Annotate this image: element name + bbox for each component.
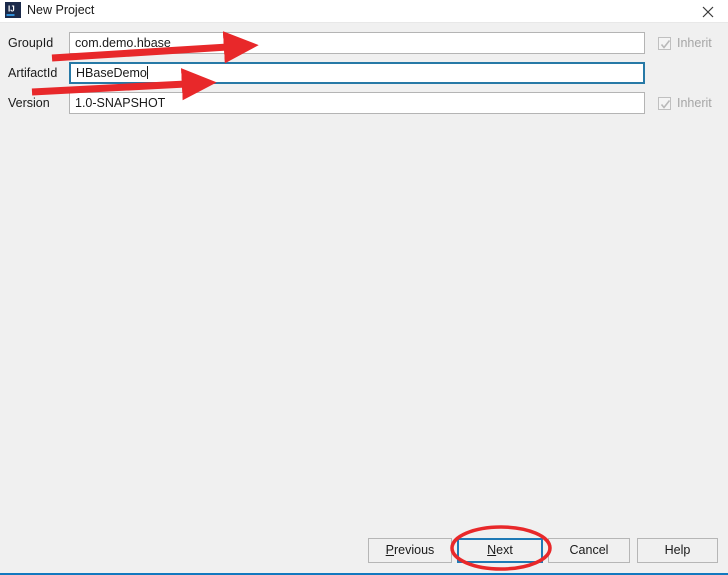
previous-button[interactable]: Previous (368, 538, 452, 563)
version-inherit-checkbox[interactable]: Inherit (658, 94, 712, 112)
intellij-idea-icon: IJ (5, 2, 21, 18)
text-caret (146, 66, 148, 79)
cancel-button[interactable]: Cancel (548, 538, 630, 563)
version-label: Version (8, 96, 50, 110)
groupid-inherit-checkbox[interactable]: Inherit (658, 34, 712, 52)
previous-button-label-rest: revious (394, 543, 435, 557)
version-input[interactable]: 1.0-SNAPSHOT (69, 92, 645, 114)
checkbox-checked-icon (658, 36, 671, 50)
groupid-value: com.demo.hbase (75, 36, 171, 50)
artifactid-value: HBaseDemo (76, 66, 147, 80)
groupid-label: GroupId (8, 36, 54, 50)
form-row-groupid: GroupId com.demo.hbase Inherit (0, 32, 728, 56)
next-button-label-rest: ext (496, 543, 513, 557)
artifactid-input[interactable]: HBaseDemo (69, 62, 645, 84)
artifactid-label: ArtifactId (8, 66, 58, 80)
form-row-artifactid: ArtifactId HBaseDemo (0, 62, 728, 86)
groupid-inherit-label: Inherit (677, 36, 712, 50)
dialog-button-bar: Previous Next Cancel Help (0, 538, 728, 565)
checkbox-checked-icon (658, 96, 671, 110)
form-row-version: Version 1.0-SNAPSHOT Inherit (0, 92, 728, 116)
annotation-overlay (31, 31, 552, 571)
window-title: New Project (27, 3, 95, 17)
close-icon[interactable] (686, 0, 728, 22)
version-value: 1.0-SNAPSHOT (75, 96, 166, 110)
new-project-dialog: IJ New Project GroupId com.demo.hbase In… (0, 0, 728, 575)
version-inherit-label: Inherit (677, 96, 712, 110)
svg-text:IJ: IJ (8, 5, 15, 14)
title-bar: IJ New Project (0, 0, 728, 23)
groupid-input[interactable]: com.demo.hbase (69, 32, 645, 54)
next-button[interactable]: Next (457, 538, 543, 563)
help-button[interactable]: Help (637, 538, 718, 563)
